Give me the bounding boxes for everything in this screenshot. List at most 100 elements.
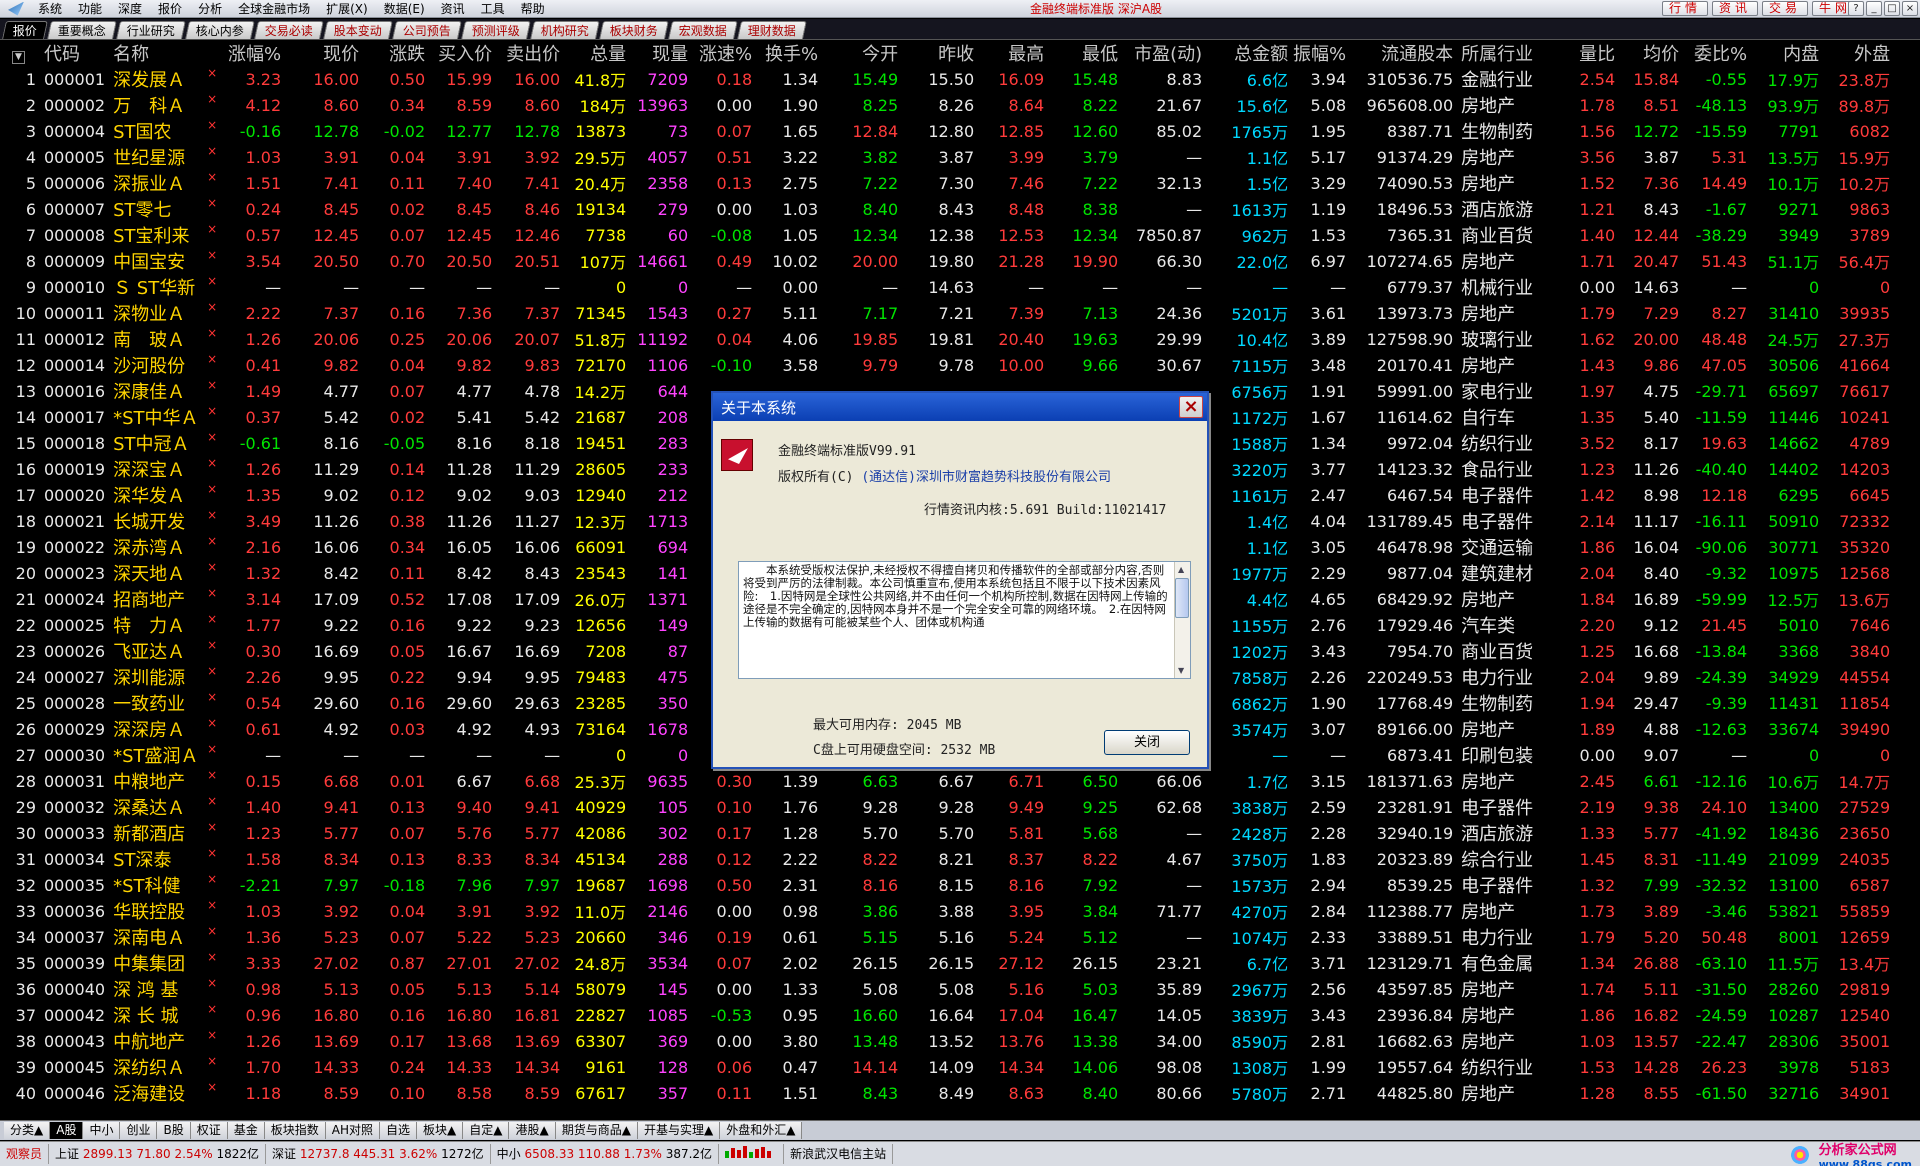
table-row[interactable]: 10 000011 深物业Ａ × 2.22 7.37 0.16 7.36 7.37 71345 15… [0,300,1894,326]
column-header[interactable]: 卖出价 [496,40,564,66]
column-header[interactable]: 市盈(动) [1122,40,1206,66]
market-tab-5[interactable]: 权证 [190,1122,228,1139]
table-row[interactable]: 38 000043 中航地产 × 1.26 13.69 0.17 13.68 13.69 6330… [0,1028,1894,1054]
menu-help[interactable]: 帮助 [513,0,553,18]
menu-analysis[interactable]: 分析 [190,0,230,18]
tab-9[interactable]: 板块财务 [599,21,670,39]
close-window-button[interactable]: × [1902,1,1918,16]
menu-data[interactable]: 数据(E) [376,0,433,18]
menu-extend[interactable]: 扩展(X) [318,0,376,18]
market-tab-1[interactable]: A股 [50,1122,84,1139]
table-row[interactable]: 40 000046 泛海建设 × 1.18 8.59 0.10 8.58 8.59 67617 35… [0,1080,1894,1106]
column-header[interactable]: 内盘 [1751,40,1823,66]
column-header[interactable]: 买入价 [429,40,496,66]
menu-depth[interactable]: 深度 [110,0,150,18]
market-tab-8[interactable]: AH对照 [325,1122,380,1139]
maximize-button[interactable]: □ [1884,1,1900,16]
watch-label[interactable]: 观察员 [0,1144,50,1164]
column-header[interactable]: 代码 [40,40,109,66]
market-tab-15[interactable]: 外盘和外汇▲ [720,1122,803,1139]
table-row[interactable]: 28 000031 中粮地产 × 0.15 6.68 0.01 6.67 6.68 25.3万 96… [0,768,1894,794]
market-tab-0[interactable]: 分类▲ [4,1122,51,1139]
column-header[interactable]: 总量 [564,40,630,66]
table-row[interactable]: 30 000033 新都酒店 × 1.23 5.77 0.07 5.76 5.77 42086 30… [0,820,1894,846]
column-header[interactable]: 换手% [756,40,822,66]
market-tab-11[interactable]: 自定▲ [463,1122,510,1139]
tab-1[interactable]: 重要概念 [47,21,117,39]
column-header[interactable]: 总金额 [1206,40,1292,66]
column-header[interactable]: 最高 [978,40,1048,66]
market-tab-3[interactable]: 创业 [120,1122,158,1139]
trade-button[interactable]: 交易 [1761,1,1808,16]
tab-8[interactable]: 机构研究 [530,21,601,39]
column-header[interactable]: 外盘 [1823,40,1894,66]
tab-10[interactable]: 宏观数据 [668,21,739,39]
column-header[interactable]: 现量 [630,40,692,66]
license-textarea[interactable]: 本系统受版权法保护,未经授权不得擅自拷贝和传播软件的全部或部分内容,否则将受到严… [738,561,1191,679]
table-row[interactable]: 3 000004 ST国农 × -0.16 12.78 -0.02 12.77 12.78 138… [0,118,1894,144]
menu-system[interactable]: 系统 [30,0,70,18]
menu-global-market[interactable]: 全球金融市场 [230,0,318,18]
market-tab-10[interactable]: 板块▲ [417,1122,464,1139]
table-row[interactable]: 39 000045 深纺织Ａ × 1.70 14.33 0.24 14.33 14.34 9161… [0,1054,1894,1080]
table-row[interactable]: 12 000014 沙河股份 × 0.41 9.82 0.04 9.82 9.83 72170 11… [0,352,1894,378]
minimize-button[interactable]: _ [1866,1,1882,16]
tab-2[interactable]: 行业研究 [116,21,186,39]
menu-info[interactable]: 资讯 [433,0,473,18]
column-header[interactable]: 涨幅% [217,40,285,66]
app-logo-icon[interactable] [0,0,30,18]
table-row[interactable]: 9 000010 Ｓ ST华新 × — — — — — 0 0 — 0.00 — 14.63 — — — — — 677… [0,274,1894,300]
table-row[interactable]: 11 000012 南 玻Ａ × 1.26 20.06 0.25 20.06 20.07 51.8… [0,326,1894,352]
table-row[interactable]: 5 000006 深振业Ａ × 1.51 7.41 0.11 7.40 7.41 20.4万 235… [0,170,1894,196]
chevron-down-icon[interactable]: ▼ [12,50,25,64]
table-row[interactable]: 31 000034 ST深泰 × 1.58 8.34 0.13 8.33 8.34 45134 28… [0,846,1894,872]
column-header[interactable]: 所属行业 [1457,40,1553,66]
column-header[interactable]: 最低 [1048,40,1122,66]
dialog-title-bar[interactable]: 关于本系统 [713,393,1207,421]
table-row[interactable]: 35 000039 中集集团 × 3.33 27.02 0.87 27.01 27.02 24.8… [0,950,1894,976]
news-button[interactable]: 资讯 [1711,1,1758,16]
zx-index[interactable]: 中小 6508.33 110.88 1.73% 387.2亿 [491,1144,720,1164]
table-row[interactable]: 4 000005 世纪星源 × 1.03 3.91 0.04 3.91 3.92 29.5万 405… [0,144,1894,170]
tab-5[interactable]: 股本变动 [323,21,394,39]
column-header[interactable]: 涨跌 [363,40,429,66]
menu-tools[interactable]: 工具 [473,0,513,18]
table-row[interactable]: 32 000035 *ST科健 × -2.21 7.97 -0.18 7.96 7.97 1968… [0,872,1894,898]
license-scrollbar[interactable] [1174,562,1190,678]
dialog-close-icon[interactable]: × [1179,396,1203,418]
column-header[interactable]: 昨收 [902,40,978,66]
table-row[interactable]: 8 000009 中国宝安 × 3.54 20.50 0.70 20.50 20.51 107万 1… [0,248,1894,274]
column-header[interactable]: 流通股本 [1350,40,1457,66]
table-row[interactable]: 34 000037 深南电Ａ × 1.36 5.23 0.07 5.22 5.23 20660 34… [0,924,1894,950]
column-header[interactable]: 振幅% [1292,40,1350,66]
tab-11[interactable]: 理财数据 [737,21,808,39]
tab-6[interactable]: 公司预告 [392,21,463,39]
table-row[interactable]: 37 000042 深 长 城 × 0.96 16.80 0.16 16.80 16.81 228… [0,1002,1894,1028]
market-tab-2[interactable]: 中小 [83,1122,121,1139]
market-tab-9[interactable]: 自选 [380,1122,418,1139]
market-tab-13[interactable]: 期货与商品▲ [555,1122,638,1139]
table-row[interactable]: 2 000002 万 科Ａ × 4.12 8.60 0.34 8.59 8.60 184万 1396… [0,92,1894,118]
sz-index[interactable]: 深证 12737.8 445.31 3.62% 1272亿 [266,1144,491,1164]
menu-function[interactable]: 功能 [70,0,110,18]
tab-7[interactable]: 预测评级 [461,21,532,39]
column-header[interactable] [207,40,217,66]
column-header[interactable]: 均价 [1619,40,1683,66]
tab-3[interactable]: 核心内参 [185,21,255,39]
table-row[interactable]: 1 000001 深发展Ａ × 3.23 16.00 0.50 15.99 16.00 41.8万… [0,66,1894,92]
market-tab-14[interactable]: 开基与实理▲ [637,1122,721,1139]
table-row[interactable]: 33 000036 华联控股 × 1.03 3.92 0.04 3.91 3.92 11.0万 21… [0,898,1894,924]
table-row[interactable]: 29 000032 深桑达Ａ × 1.40 9.41 0.13 9.40 9.41 40929 10… [0,794,1894,820]
market-tab-6[interactable]: 基金 [227,1122,265,1139]
company-link[interactable]: (通达信)深圳市财富趋势科技股份有限公司 [861,470,1111,485]
column-header[interactable]: 现价 [285,40,363,66]
tab-0[interactable]: 报价 [2,21,48,39]
column-header[interactable]: 委比% [1683,40,1751,66]
sh-index[interactable]: 上证 2899.13 71.80 2.54% 1822亿 [49,1144,266,1164]
close-button[interactable]: 关闭 [1104,730,1190,755]
tab-4[interactable]: 交易必读 [254,21,324,39]
market-tab-7[interactable]: 板块指数 [264,1122,326,1139]
table-row[interactable]: 6 000007 ST零七 × 0.24 8.45 0.02 8.45 8.46 19134 279… [0,196,1894,222]
help-window-button[interactable]: ? [1848,1,1864,16]
column-header[interactable]: 名称 [109,40,207,66]
